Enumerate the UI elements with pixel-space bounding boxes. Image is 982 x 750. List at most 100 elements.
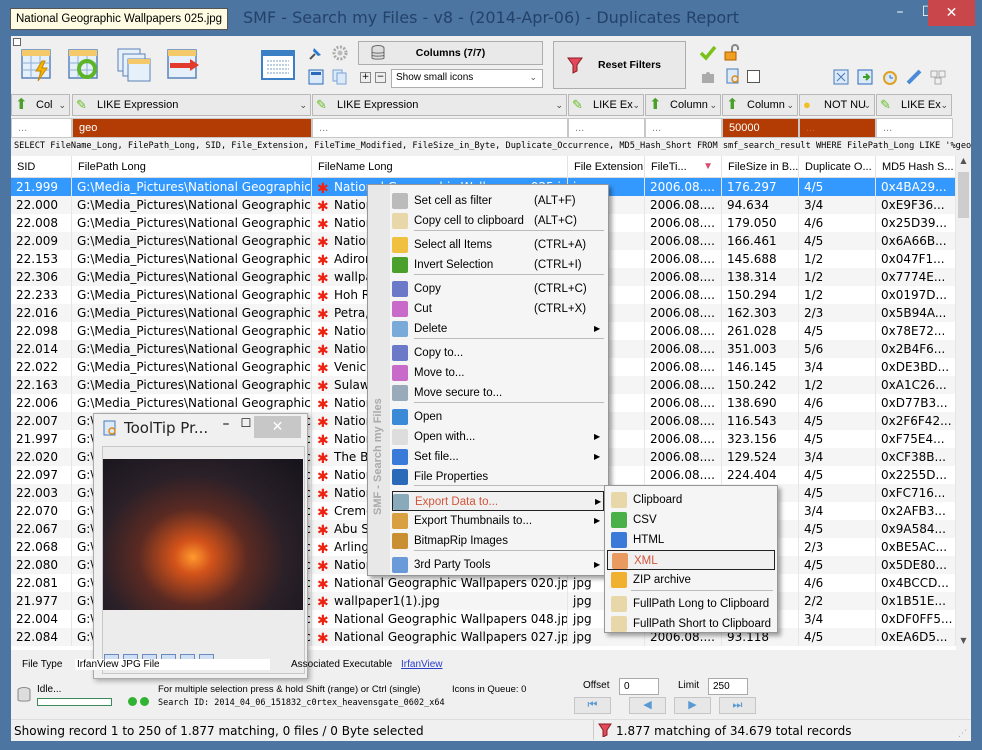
cell-md5[interactable]: 0x1B51E...	[876, 592, 956, 610]
export-submenu-item[interactable]: Clipboard	[607, 490, 775, 510]
cell-filepath[interactable]: G:\Media_Pictures\National Geographic\..…	[72, 340, 312, 358]
filter-value-filepath[interactable]: geo	[72, 118, 312, 138]
filter-operator-filesize[interactable]: ⬆ Column ⌄	[722, 94, 798, 116]
scroll-up-icon[interactable]: ▲	[956, 156, 971, 170]
table-view-icon[interactable]	[260, 47, 296, 83]
cell-md5[interactable]: 0x2AFB3...	[876, 502, 956, 520]
cell-md5[interactable]: 0x25D39...	[876, 214, 956, 232]
network-icon[interactable]	[929, 68, 947, 86]
cell-filepath[interactable]: G:\Media_Pictures\National Geographic\..…	[72, 178, 312, 196]
cell-duplicate[interactable]: 2/3	[799, 304, 876, 322]
cell-filesize[interactable]: 162.303	[722, 304, 799, 322]
context-menu-item[interactable]: Open	[392, 407, 604, 427]
cell-md5[interactable]: 0xCF38B...	[876, 448, 956, 466]
cell-duplicate[interactable]: 4/6	[799, 394, 876, 412]
cell-sid[interactable]: 22.016	[11, 304, 72, 322]
cell-filepath[interactable]: G:\Media_Pictures\National Geographic\..…	[72, 250, 312, 268]
cell-sid[interactable]: 22.067	[11, 520, 72, 538]
export-submenu-item[interactable]: XML	[607, 550, 775, 570]
cell-filesize[interactable]: 129.524	[722, 448, 799, 466]
grid-flash-icon[interactable]	[20, 47, 56, 83]
filter-operator-duplicate[interactable]: ● NOT NU ⌄	[799, 94, 875, 116]
cell-filepath[interactable]: G:\Media_Pictures\National Geographic\..…	[72, 214, 312, 232]
cell-sid[interactable]: 22.009	[11, 232, 72, 250]
cell-md5[interactable]: 0x78E72...	[876, 322, 956, 340]
copy-icon[interactable]	[331, 68, 349, 86]
filter-value-filetime[interactable]: ...	[645, 118, 722, 138]
cell-sid[interactable]: 22.000	[11, 196, 72, 214]
layout-icon[interactable]	[307, 68, 325, 86]
cell-filepath[interactable]: G:\Media_Pictures\National Geographic\..…	[72, 322, 312, 340]
cell-duplicate[interactable]: 2/2	[799, 592, 876, 610]
cell-md5[interactable]: 0x7774E...	[876, 268, 956, 286]
cell-filetime[interactable]: 2006.08....	[645, 250, 722, 268]
filter-operator-filename[interactable]: ✎ LIKE Expression ⌄	[312, 94, 567, 116]
expand-icon[interactable]: +	[360, 72, 371, 83]
cell-md5[interactable]: 0x2F6F42...	[876, 412, 956, 430]
cell-sid[interactable]: 22.070	[11, 502, 72, 520]
cell-filesize[interactable]: 150.294	[722, 286, 799, 304]
cell-filename[interactable]: ✱ wallpaper1(1).jpg	[312, 592, 568, 610]
cell-filepath[interactable]: G:\Media_Pictures\National Geographic\..…	[72, 358, 312, 376]
column-header-md5[interactable]: MD5 Hash S...	[876, 156, 956, 178]
associated-executable-link[interactable]: IrfanView	[401, 659, 443, 670]
cell-duplicate[interactable]: 5/6	[799, 340, 876, 358]
cell-filetime[interactable]: 2006.08....	[645, 232, 722, 250]
cell-sid[interactable]: 22.233	[11, 286, 72, 304]
next-page-button[interactable]: ▶	[674, 697, 711, 714]
cell-duplicate[interactable]: 4/5	[799, 628, 876, 646]
context-menu-item[interactable]: 3rd Party Tools ▶	[392, 555, 604, 575]
cell-md5[interactable]: 0xD77B3...	[876, 394, 956, 412]
cell-md5[interactable]: 0x0197D...	[876, 286, 956, 304]
column-header-duplicate[interactable]: Duplicate O...	[799, 156, 876, 178]
context-menu-item[interactable]: Copy (CTRL+C)	[392, 279, 604, 299]
filter-value-md5[interactable]: ...	[876, 118, 953, 138]
cell-filename[interactable]: ✱ National Geographic Wallpapers 020.jpg	[312, 574, 568, 592]
grid-stack-icon[interactable]	[116, 47, 152, 83]
filter-value-extension[interactable]: ...	[568, 118, 645, 138]
cell-duplicate[interactable]: 4/5	[799, 430, 876, 448]
grid-refresh-icon[interactable]	[67, 47, 103, 83]
cell-duplicate[interactable]: 2/3	[799, 538, 876, 556]
context-menu-item[interactable]: Set file... ▶	[392, 447, 604, 467]
cell-filesize[interactable]: 145.688	[722, 250, 799, 268]
cell-filesize[interactable]: 351.003	[722, 340, 799, 358]
column-header-filesize[interactable]: FileSize in B...	[722, 156, 799, 178]
cell-filesize[interactable]: 261.028	[722, 322, 799, 340]
offset-input[interactable]: 0	[619, 678, 659, 695]
context-menu-item[interactable]: File Properties	[392, 467, 604, 487]
scroll-down-icon[interactable]: ▼	[956, 636, 971, 650]
cell-duplicate[interactable]: 3/4	[799, 196, 876, 214]
cell-md5[interactable]: 0x4BCCD...	[876, 574, 956, 592]
cell-duplicate[interactable]: 1/2	[799, 286, 876, 304]
cell-duplicate[interactable]: 4/6	[799, 214, 876, 232]
cell-duplicate[interactable]: 4/5	[799, 322, 876, 340]
cell-sid[interactable]: 21.999	[11, 178, 72, 196]
alarm-icon[interactable]	[881, 68, 899, 86]
cell-filesize[interactable]: 224.404	[722, 466, 799, 484]
cell-duplicate[interactable]: 3/4	[799, 502, 876, 520]
cell-filepath[interactable]: G:\Media_Pictures\National Geographic\..…	[72, 196, 312, 214]
cell-filetime[interactable]: 2006.08....	[645, 214, 722, 232]
filter-operator-extension[interactable]: ✎ LIKE Ex ⌄	[568, 94, 644, 116]
export-submenu-item[interactable]: FullPath Long to Clipboard	[607, 594, 775, 614]
cell-sid[interactable]: 22.084	[11, 628, 72, 646]
cell-md5[interactable]: 0xFC716...	[876, 484, 956, 502]
filter-value-filesize[interactable]: 50000	[722, 118, 799, 138]
cell-md5[interactable]: 0x4BA29...	[876, 178, 956, 196]
cell-sid[interactable]: 22.008	[11, 214, 72, 232]
cell-filesize[interactable]: 176.297	[722, 178, 799, 196]
cell-filetime[interactable]: 2006.08....	[645, 358, 722, 376]
cell-sid[interactable]: 21.997	[11, 430, 72, 448]
cell-filetime[interactable]: 2006.08....	[645, 304, 722, 322]
check-icon[interactable]	[699, 45, 717, 61]
cell-md5[interactable]: 0x2B4F6...	[876, 340, 956, 358]
cell-sid[interactable]: 22.163	[11, 376, 72, 394]
cell-md5[interactable]: 0xDE3BD...	[876, 358, 956, 376]
cell-sid[interactable]: 22.080	[11, 556, 72, 574]
vertical-scrollbar[interactable]: ▲ ▼	[956, 156, 971, 650]
cell-sid[interactable]: 22.097	[11, 466, 72, 484]
cell-filetime[interactable]: 2006.08....	[645, 412, 722, 430]
tooltip-close-button[interactable]: ✕	[254, 416, 301, 438]
cell-duplicate[interactable]: 4/5	[799, 556, 876, 574]
